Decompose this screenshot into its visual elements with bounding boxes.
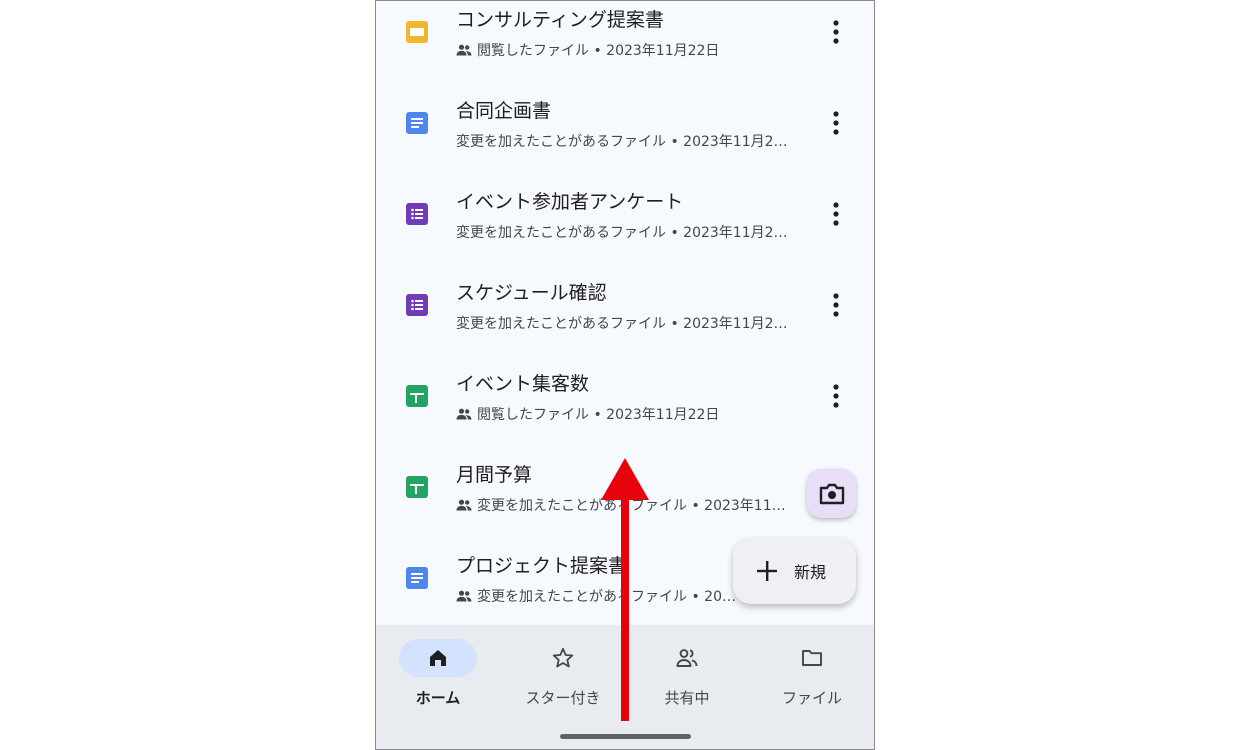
plus-icon	[755, 559, 779, 583]
new-button-label: 新規	[794, 563, 827, 582]
file-row[interactable]: 合同企画書 変更を加えたことがあるファイル • 2023年11月21日	[376, 92, 874, 183]
new-button[interactable]: 新規	[733, 538, 856, 604]
file-name: 月間予算	[456, 464, 533, 486]
more-options-button[interactable]	[824, 108, 848, 138]
file-row[interactable]: イベント参加者アンケート 変更を加えたことがあるファイル • 2023年11月2…	[376, 183, 874, 274]
file-name: コンサルティング提案書	[456, 9, 664, 31]
nav-label-home: ホーム	[415, 689, 461, 707]
people-icon	[675, 646, 699, 670]
docs-file-icon	[406, 112, 428, 134]
home-icon	[426, 646, 450, 670]
file-row[interactable]: スケジュール確認 変更を加えたことがあるファイル • 2023年11月21日	[376, 274, 874, 365]
file-meta-text: 変更を加えたことがあるファイル • 2023年11月21日	[456, 316, 796, 332]
file-meta-text: 変更を加えたことがあるファイル • 2023年11月21日	[456, 134, 796, 150]
file-row[interactable]: イベント集客数 閲覧したファイル • 2023年11月22日	[376, 365, 874, 456]
camera-scan-button[interactable]	[807, 469, 856, 518]
camera-icon	[819, 483, 845, 505]
file-name: スケジュール確認	[456, 282, 607, 304]
docs-file-icon	[406, 567, 428, 589]
swipe-up-arrow	[601, 458, 649, 721]
nav-item-files[interactable]: ファイル	[762, 639, 862, 719]
nav-item-starred[interactable]: スター付き	[513, 639, 613, 719]
file-meta: 変更を加えたことがあるファイル • 2023年11月21日	[456, 313, 796, 333]
nav-label-starred: スター付き	[525, 689, 601, 707]
more-options-button[interactable]	[824, 199, 848, 229]
more-options-button[interactable]	[824, 290, 848, 320]
more-options-button[interactable]	[824, 17, 848, 47]
forms-file-icon	[406, 203, 428, 225]
file-name: イベント集客数	[456, 373, 590, 395]
file-meta: 閲覧したファイル • 2023年11月22日	[456, 404, 719, 424]
file-meta-text: 閲覧したファイル • 2023年11月22日	[477, 407, 720, 423]
home-indicator-bar[interactable]	[560, 734, 691, 739]
shared-people-icon	[456, 590, 472, 602]
file-name: イベント参加者アンケート	[456, 191, 684, 213]
shared-people-icon	[456, 499, 472, 511]
file-name: 合同企画書	[456, 100, 552, 122]
shared-people-icon	[456, 44, 472, 56]
file-meta: 変更を加えたことがあるファイル • 2023年11月21日	[456, 131, 796, 151]
file-meta: 閲覧したファイル • 2023年11月22日	[456, 40, 719, 60]
nav-label-shared: 共有中	[664, 689, 710, 707]
shared-people-icon	[456, 408, 472, 420]
slides-file-icon	[406, 21, 428, 43]
file-meta: 変更を加えたことがあるファイル • 2023	[456, 586, 736, 606]
nav-item-shared[interactable]: 共有中	[637, 639, 737, 719]
star-icon	[551, 646, 575, 670]
folder-icon	[800, 646, 824, 670]
file-row[interactable]: コンサルティング提案書 閲覧したファイル • 2023年11月22日	[376, 1, 874, 92]
nav-label-files: ファイル	[781, 689, 842, 707]
sheets-file-icon	[406, 476, 428, 498]
file-meta-text: 閲覧したファイル • 2023年11月22日	[477, 43, 720, 59]
file-meta-text: 変更を加えたことがあるファイル • 2023年11月21日	[456, 225, 796, 241]
sheets-file-icon	[406, 385, 428, 407]
forms-file-icon	[406, 294, 428, 316]
file-meta: 変更を加えたことがあるファイル • 2023年11月21日	[456, 222, 796, 242]
more-options-button[interactable]	[824, 381, 848, 411]
nav-item-home[interactable]: ホーム	[388, 639, 488, 719]
